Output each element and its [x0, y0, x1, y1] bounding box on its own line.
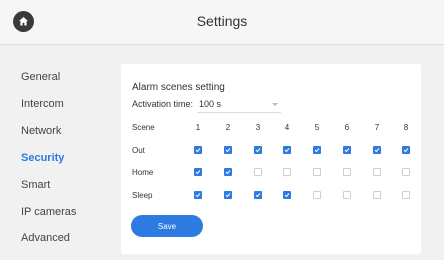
checkbox-sleep-scene-1[interactable] — [194, 191, 202, 199]
checkbox-out-scene-2[interactable] — [224, 146, 232, 154]
panel-title: Alarm scenes setting — [132, 82, 225, 93]
scene-header: Scene — [132, 123, 155, 132]
sidebar-item-intercom[interactable]: Intercom — [21, 98, 64, 110]
save-button[interactable]: Save — [131, 215, 203, 237]
scene-number-3: 3 — [255, 123, 261, 132]
check-icon — [195, 148, 201, 153]
checkbox-home-scene-3[interactable] — [254, 168, 262, 176]
check-icon — [374, 148, 380, 153]
page-title: Settings — [196, 13, 248, 29]
checkbox-sleep-scene-5[interactable] — [313, 191, 321, 199]
checkbox-home-scene-6[interactable] — [343, 168, 351, 176]
check-icon — [284, 148, 290, 153]
sidebar-item-smart[interactable]: Smart — [21, 179, 50, 191]
check-icon — [403, 148, 409, 153]
checkbox-sleep-scene-7[interactable] — [373, 191, 381, 199]
checkbox-home-scene-2[interactable] — [224, 168, 232, 176]
activation-time-label: Activation time: — [132, 99, 194, 109]
check-icon — [195, 193, 201, 198]
scene-number-8: 8 — [403, 123, 409, 132]
scene-number-5: 5 — [314, 123, 320, 132]
checkbox-out-scene-8[interactable] — [402, 146, 410, 154]
scene-number-1: 1 — [195, 123, 201, 132]
sidebar-item-network[interactable]: Network — [21, 125, 61, 137]
checkbox-sleep-scene-4[interactable] — [283, 191, 291, 199]
check-icon — [195, 170, 201, 175]
check-icon — [284, 193, 290, 198]
row-label-sleep: Sleep — [132, 191, 153, 200]
checkbox-home-scene-7[interactable] — [373, 168, 381, 176]
sidebar-item-general[interactable]: General — [21, 71, 60, 83]
sidebar: General Intercom Network Security Smart … — [8, 58, 108, 253]
checkbox-out-scene-5[interactable] — [313, 146, 321, 154]
checkbox-out-scene-1[interactable] — [194, 146, 202, 154]
activation-time-underline — [197, 112, 281, 113]
check-icon — [225, 170, 231, 175]
alarm-scenes-panel: Alarm scenes setting Activation time: 10… — [121, 64, 421, 254]
checkbox-sleep-scene-6[interactable] — [343, 191, 351, 199]
checkbox-out-scene-6[interactable] — [343, 146, 351, 154]
check-icon — [314, 148, 320, 153]
sidebar-item-advanced[interactable]: Advanced — [21, 232, 70, 244]
scene-number-6: 6 — [344, 123, 350, 132]
check-icon — [225, 148, 231, 153]
checkbox-home-scene-4[interactable] — [283, 168, 291, 176]
checkbox-home-scene-8[interactable] — [402, 168, 410, 176]
check-icon — [225, 193, 231, 198]
row-label-out: Out — [132, 146, 145, 155]
checkbox-out-scene-4[interactable] — [283, 146, 291, 154]
checkbox-out-scene-3[interactable] — [254, 146, 262, 154]
settings-screen: Settings General Intercom Network Securi… — [0, 0, 444, 260]
check-icon — [344, 148, 350, 153]
row-label-home: Home — [132, 168, 154, 177]
scene-number-4: 4 — [284, 123, 290, 132]
sidebar-item-ip-cameras[interactable]: IP cameras — [21, 206, 76, 218]
scene-number-2: 2 — [225, 123, 231, 132]
scene-number-7: 7 — [374, 123, 380, 132]
checkbox-home-scene-5[interactable] — [313, 168, 321, 176]
checkbox-sleep-scene-3[interactable] — [254, 191, 262, 199]
checkbox-sleep-scene-2[interactable] — [224, 191, 232, 199]
checkbox-sleep-scene-8[interactable] — [402, 191, 410, 199]
check-icon — [255, 148, 261, 153]
activation-time-select[interactable]: 100 s — [199, 99, 221, 109]
checkbox-home-scene-1[interactable] — [194, 168, 202, 176]
header-bar: Settings — [0, 0, 444, 45]
sidebar-item-security[interactable]: Security — [21, 152, 64, 164]
chevron-down-icon[interactable] — [272, 103, 278, 106]
checkbox-out-scene-7[interactable] — [373, 146, 381, 154]
check-icon — [255, 193, 261, 198]
